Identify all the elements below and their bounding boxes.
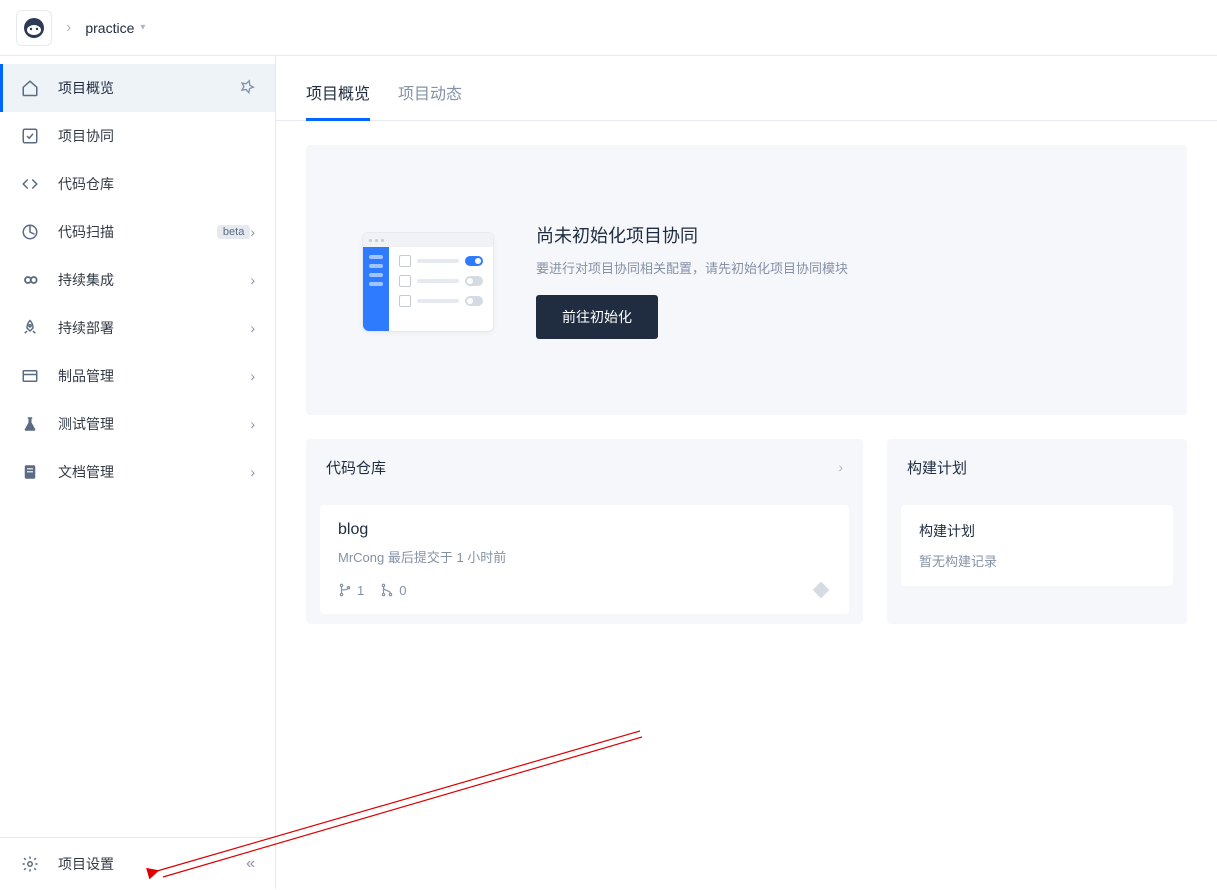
sidebar-item-label: 文档管理 <box>58 462 250 482</box>
diamond-icon <box>811 580 831 600</box>
main-content: 项目概览 项目动态 <box>276 56 1217 889</box>
flask-icon <box>20 414 40 434</box>
sidebar-item-label: 测试管理 <box>58 414 250 434</box>
sidebar-item-label: 持续部署 <box>58 318 250 338</box>
collapse-icon[interactable]: « <box>246 855 255 873</box>
sidebar-item-scan[interactable]: 代码扫描 beta › <box>0 208 275 256</box>
sidebar-item-label: 持续集成 <box>58 270 250 290</box>
init-button[interactable]: 前往初始化 <box>536 295 658 339</box>
repo-name: blog <box>338 521 831 539</box>
scan-icon <box>20 222 40 242</box>
tab-bar: 项目概览 项目动态 <box>276 56 1217 121</box>
repo-meta: MrCong 最后提交于 1 小时前 <box>338 547 831 566</box>
repo-panel: 代码仓库 › blog MrCong 最后提交于 1 小时前 1 <box>306 439 863 624</box>
chevron-right-icon: › <box>250 368 255 384</box>
sidebar-nav: 项目概览 项目协同 代码仓库 代码扫描 beta › <box>0 56 275 837</box>
breadcrumb-project-name: practice <box>85 20 134 36</box>
sidebar-item-label: 代码仓库 <box>58 174 255 194</box>
init-card: 尚未初始化项目协同 要进行对项目协同相关配置，请先初始化项目协同模块 前往初始化 <box>306 145 1187 415</box>
breadcrumb-separator: › <box>66 19 71 37</box>
sidebar-footer: 项目设置 « <box>0 837 275 889</box>
tab-activity[interactable]: 项目动态 <box>398 80 462 120</box>
sidebar: 项目概览 项目协同 代码仓库 代码扫描 beta › <box>0 56 276 889</box>
infinity-icon <box>20 270 40 290</box>
sidebar-item-label: 代码扫描 <box>58 222 211 242</box>
sidebar-item-ci[interactable]: 持续集成 › <box>0 256 275 304</box>
branch-icon <box>338 583 352 597</box>
sidebar-item-artifact[interactable]: 制品管理 › <box>0 352 275 400</box>
caret-down-icon: ▾ <box>140 22 145 33</box>
build-panel-title: 构建计划 <box>907 457 967 478</box>
chevron-right-icon: › <box>250 464 255 480</box>
rocket-icon <box>20 318 40 338</box>
sidebar-item-label: 项目协同 <box>58 126 255 146</box>
init-title: 尚未初始化项目协同 <box>536 222 848 248</box>
sidebar-item-cd[interactable]: 持续部署 › <box>0 304 275 352</box>
repo-panel-title: 代码仓库 <box>326 457 386 478</box>
sidebar-settings[interactable]: 项目设置 <box>58 854 246 874</box>
chevron-right-icon: › <box>250 320 255 336</box>
chevron-right-icon: › <box>250 416 255 432</box>
build-card-title: 构建计划 <box>919 521 1155 541</box>
merge-icon <box>380 583 394 597</box>
home-icon <box>20 78 40 98</box>
sidebar-item-collab[interactable]: 项目协同 <box>0 112 275 160</box>
init-description: 要进行对项目协同相关配置，请先初始化项目协同模块 <box>536 258 848 277</box>
pin-icon[interactable] <box>239 79 255 98</box>
chevron-right-icon[interactable]: › <box>838 459 843 475</box>
chevron-right-icon: › <box>250 272 255 288</box>
monkey-icon <box>22 16 46 40</box>
merge-count: 0 <box>380 583 406 598</box>
tab-overview[interactable]: 项目概览 <box>306 80 370 121</box>
sidebar-item-docs[interactable]: 文档管理 › <box>0 448 275 496</box>
sidebar-item-repo[interactable]: 代码仓库 <box>0 160 275 208</box>
build-empty-text: 暂无构建记录 <box>919 551 1155 570</box>
doc-icon <box>20 462 40 482</box>
package-icon <box>20 366 40 386</box>
topbar: › practice ▾ <box>0 0 1217 56</box>
branch-count: 1 <box>338 583 364 598</box>
chevron-right-icon: › <box>250 224 255 240</box>
code-icon <box>20 174 40 194</box>
gear-icon <box>20 854 40 874</box>
sidebar-item-label: 项目概览 <box>58 78 239 98</box>
app-logo[interactable] <box>16 10 52 46</box>
checkbox-icon <box>20 126 40 146</box>
beta-badge: beta <box>217 225 250 239</box>
init-illustration <box>346 220 496 340</box>
sidebar-item-label: 制品管理 <box>58 366 250 386</box>
build-card: 构建计划 暂无构建记录 <box>901 505 1173 586</box>
breadcrumb-project[interactable]: practice ▾ <box>85 20 145 36</box>
repo-card[interactable]: blog MrCong 最后提交于 1 小时前 1 0 <box>320 505 849 614</box>
sidebar-item-overview[interactable]: 项目概览 <box>0 64 275 112</box>
sidebar-item-test[interactable]: 测试管理 › <box>0 400 275 448</box>
build-panel: 构建计划 构建计划 暂无构建记录 <box>887 439 1187 624</box>
